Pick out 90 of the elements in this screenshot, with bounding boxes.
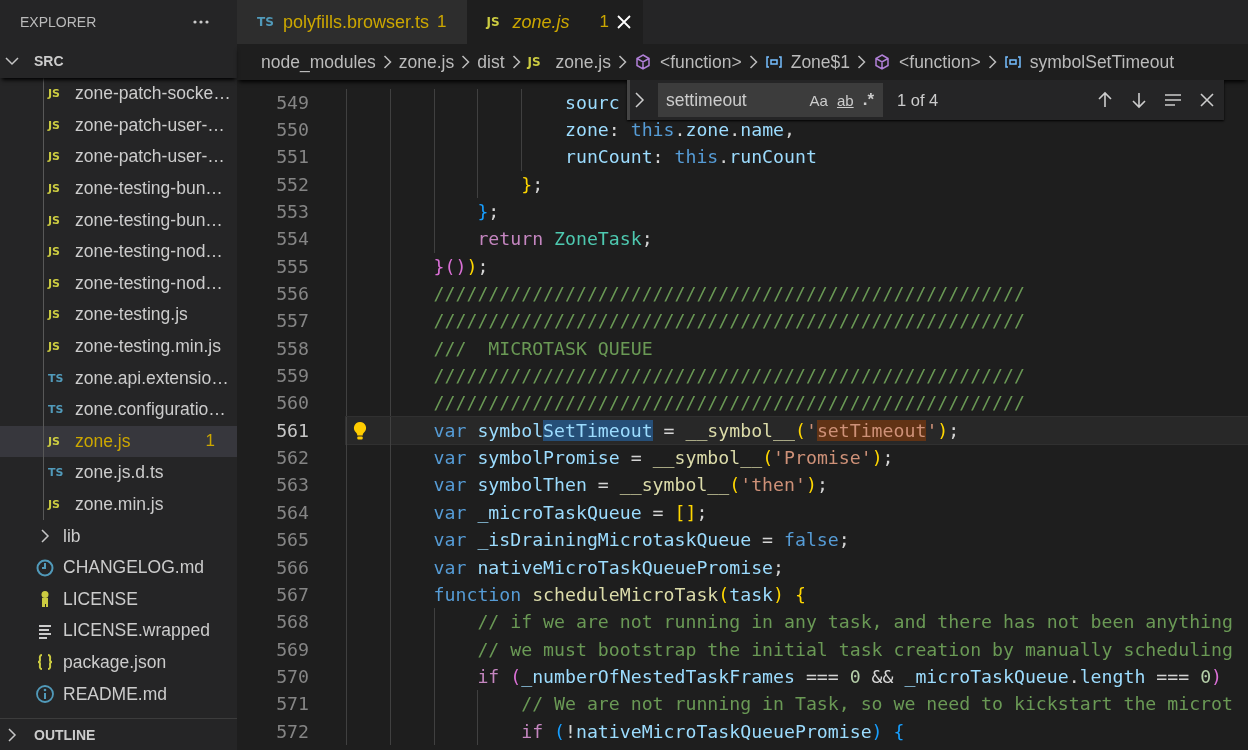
whole-word-toggle[interactable]: ab: [833, 89, 857, 111]
breadcrumb-item[interactable]: dist: [477, 51, 505, 73]
breadcrumb-item[interactable]: node_modules: [261, 51, 376, 73]
file-tree-item[interactable]: README.md: [0, 678, 237, 710]
line-number: 552: [275, 173, 309, 195]
line-number: 551: [275, 146, 309, 168]
variable-icon: [764, 53, 783, 71]
line-number: 561: [275, 419, 309, 441]
code-line: function scheduleMicroTask(task) {: [433, 583, 806, 605]
line-number: 570: [275, 665, 309, 687]
line-number: 559: [275, 365, 309, 387]
search-field[interactable]: settimeout Aa ab .*: [658, 83, 883, 117]
breadcrumb-item[interactable]: <function>: [633, 51, 742, 73]
code-line: /// MICROTASK QUEUE: [433, 337, 653, 359]
code-line: //////////////////////////////////////////////////////: [433, 283, 1025, 305]
code-line: };: [521, 173, 544, 195]
breadcrumb-item[interactable]: Zone$1: [764, 51, 851, 73]
info-icon: [35, 684, 55, 705]
code-line: var _microTaskQueue = [];: [433, 501, 708, 523]
code-line: var nativeMicroTaskQueuePromise;: [433, 556, 784, 578]
file-tree-item[interactable]: LICENSE: [0, 583, 237, 616]
cube-icon: [633, 53, 652, 71]
editor-tab[interactable]: JS zone.js 1: [466, 0, 644, 44]
line-number: 554: [275, 228, 309, 250]
line-number: 564: [275, 501, 309, 523]
breadcrumb-item[interactable]: JS zone.js: [527, 51, 611, 73]
code-line: sourc: [565, 91, 620, 113]
line-number: 558: [275, 337, 309, 359]
chevron-right-icon: [461, 55, 471, 69]
line-number: 572: [275, 720, 309, 742]
line-number: 571: [275, 693, 309, 715]
explorer-title: EXPLORER: [20, 14, 97, 30]
code-line: };: [477, 201, 500, 223]
line-number: 569: [275, 638, 309, 660]
line-number: 553: [275, 201, 309, 223]
editor-tab[interactable]: TS polyfills.browser.ts 1: [237, 0, 467, 44]
lightbulb-icon[interactable]: [351, 420, 369, 441]
code-line: // We are not running in Task, so we need to kickstart the microt: [521, 693, 1233, 715]
close-icon[interactable]: [615, 13, 634, 31]
line-number: 563: [275, 474, 309, 496]
line-number: 567: [275, 583, 309, 605]
chevron-right-icon: [511, 55, 521, 69]
code-line: var symbolSetTimeout = __symbol__('setTimeout');: [433, 419, 960, 441]
breadcrumb-item[interactable]: symbolSetTimeout: [1003, 51, 1175, 73]
chevron-right-icon: [748, 55, 758, 69]
code-line: zone: this.zone.name,: [565, 119, 795, 140]
line-number: 560: [275, 392, 309, 414]
line-number: 562: [275, 447, 309, 469]
file-tree-item[interactable]: lib: [0, 520, 237, 552]
code-line: var symbolThen = __symbol__('then');: [433, 474, 828, 496]
code-line: //////////////////////////////////////////////////////: [433, 392, 1025, 414]
code-line: if (_numberOfNestedTaskFrames === 0 && _microTaskQueue.length === 0): [477, 665, 1223, 687]
file-tree-item[interactable]: package.json: [0, 646, 237, 679]
code-line: }());: [433, 255, 489, 277]
variable-icon: [1003, 53, 1022, 71]
code-line: if (!nativeMicroTaskQueuePromise) {: [521, 720, 905, 742]
chevron-right-icon: [617, 55, 627, 69]
file-tree-item[interactable]: CHANGELOG.md: [0, 551, 237, 584]
code-line: //////////////////////////////////////////////////////: [433, 365, 1025, 387]
chevron-right-icon: [382, 55, 392, 69]
line-number: 568: [275, 611, 309, 633]
cube-icon: [873, 53, 892, 71]
code-line: // we must bootstrap the initial task creation by manually scheduling: [477, 638, 1233, 660]
arrow-down-icon[interactable]: [1129, 90, 1149, 110]
code-line: var symbolPromise = __symbol__('Promise');: [433, 447, 894, 469]
line-number: 566: [275, 556, 309, 578]
section-title[interactable]: OUTLINE: [34, 726, 96, 743]
code-line: var _isDrainingMicrotaskQueue = false;: [433, 529, 850, 551]
line-number: 550: [275, 119, 309, 140]
braces-icon: [35, 652, 55, 673]
line-number: 565: [275, 529, 309, 551]
breadcrumb-item[interactable]: <function>: [873, 51, 981, 73]
line-number: 557: [275, 310, 309, 332]
clock-icon: [35, 557, 55, 578]
line-number: 556: [275, 283, 309, 305]
chevron-right-icon: [987, 55, 997, 69]
code-line: //////////////////////////////////////////////////////: [433, 310, 1025, 332]
line-number: 555: [275, 255, 309, 277]
code-line: runCount: this.runCount: [565, 146, 817, 168]
chevron-right-icon: [857, 55, 867, 69]
regex-toggle[interactable]: .*: [859, 88, 877, 112]
section-title[interactable]: SRC: [34, 53, 64, 69]
file-tree-item[interactable]: JS zone.js 1: [0, 425, 237, 458]
line-number: 549: [275, 91, 309, 113]
match-count: 1 of 4: [897, 90, 940, 110]
breadcrumb-item[interactable]: zone.js: [398, 51, 455, 73]
code-line: // if we are not running in any task, and there has not been anything: [477, 611, 1233, 633]
code-line: return ZoneTask;: [477, 228, 653, 250]
match-case-toggle[interactable]: Aa: [806, 89, 831, 111]
file-tree-item[interactable]: LICENSE.wrapped: [0, 615, 237, 647]
